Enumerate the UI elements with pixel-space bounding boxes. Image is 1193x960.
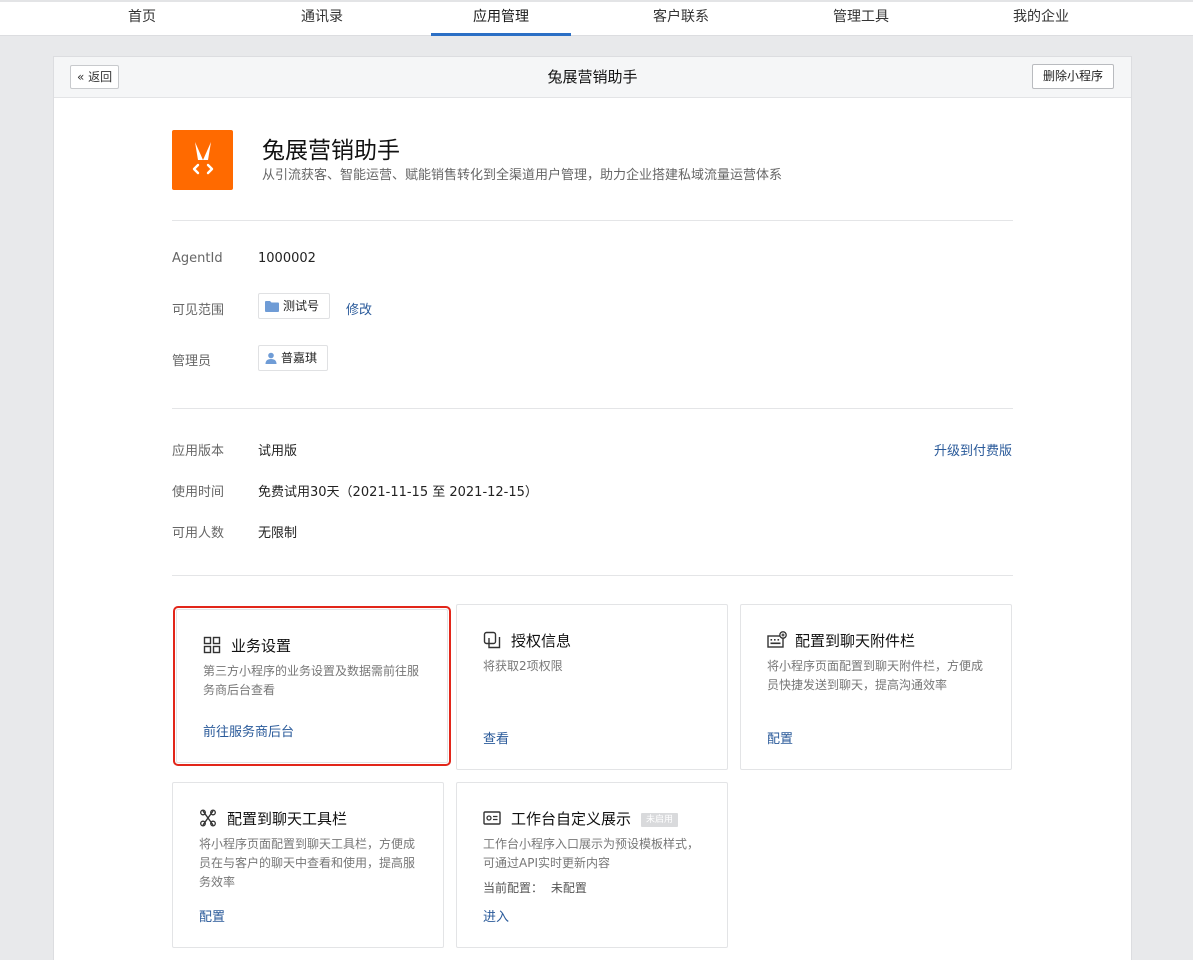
configure-toolbar-link[interactable]: 配置 (199, 906, 225, 925)
double-chevron-left-icon: « (77, 70, 85, 84)
card-chat-attachment-bar[interactable]: 配置到聊天附件栏 将小程序页面配置到聊天附件栏，方便成员快捷发送到聊天，提高沟通… (740, 604, 1012, 770)
card-description: 将获取2项权限 (483, 659, 563, 673)
card-title-text: 工作台自定义展示 (511, 810, 632, 828)
divider (172, 408, 1013, 409)
seats-label: 可用人数 (172, 526, 225, 541)
app-name: 兔展营销助手 (262, 138, 400, 164)
go-to-provider-admin-link[interactable]: 前往服务商后台 (203, 721, 294, 740)
panel-header: 兔展营销助手 « 返回 删除小程序 (54, 57, 1131, 98)
current-config: 当前配置： 未配置 (483, 879, 587, 896)
card-authorization-info[interactable]: 授权信息 将获取2项权限 查看 (456, 604, 728, 770)
tools-icon (200, 809, 216, 827)
divider (172, 575, 1013, 576)
current-config-value: 未配置 (550, 881, 587, 895)
card-description: 工作台小程序入口展示为预设模板样式，可通过API实时更新内容 (483, 837, 700, 870)
app-detail-panel: 兔展营销助手 « 返回 删除小程序 兔展营销助手 从引流获客、智能运营、赋能销售… (53, 56, 1132, 960)
tab-customer-contact[interactable]: 客户联系 (611, 2, 751, 36)
status-badge: 未启用 (641, 812, 679, 827)
card-description: 将小程序页面配置到聊天附件栏，方便成员快捷发送到聊天，提高沟通效率 (767, 659, 984, 692)
user-icon (265, 352, 277, 364)
card-title: 工作台自定义展示 未启用 (511, 808, 679, 829)
agentid-value: 1000002 (258, 251, 316, 266)
delete-miniprogram-button[interactable]: 删除小程序 (1031, 64, 1114, 89)
card-title: 业务设置 (231, 637, 292, 655)
version-label: 应用版本 (172, 444, 225, 459)
card-description: 第三方小程序的业务设置及数据需前往服务商后台查看 (203, 664, 420, 697)
id-card-icon (483, 811, 501, 825)
top-nav: 首页 通讯录 应用管理 客户联系 管理工具 我的企业 (0, 0, 1193, 36)
agentid-label: AgentId (172, 251, 223, 266)
tab-contacts[interactable]: 通讯录 (252, 2, 392, 36)
copy-icon (483, 631, 501, 649)
admin-chip: 普嘉琪 (258, 345, 329, 371)
tab-app-management[interactable]: 应用管理 (431, 2, 571, 36)
configure-attachment-link[interactable]: 配置 (767, 728, 793, 747)
card-title: 配置到聊天附件栏 (795, 632, 916, 650)
card-title: 授权信息 (511, 632, 572, 650)
scope-chip: 测试号 (258, 293, 331, 319)
app-description: 从引流获客、智能运营、赋能销售转化到全渠道用户管理，助力企业搭建私域流量运营体系 (262, 168, 783, 183)
rabbit-logo-icon (192, 142, 213, 175)
period-label: 使用时间 (172, 485, 225, 500)
card-chat-toolbar[interactable]: 配置到聊天工具栏 将小程序页面配置到聊天工具栏，方便成员在与客户的聊天中查看和使… (172, 782, 444, 948)
panel-title: 兔展营销助手 (547, 68, 638, 86)
back-label: 返回 (88, 70, 113, 84)
admin-value: 普嘉琪 (281, 351, 318, 365)
folder-icon (265, 301, 279, 312)
seats-value: 无限制 (258, 526, 298, 541)
keyboard-icon (767, 631, 787, 648)
card-workbench-display[interactable]: 工作台自定义展示 未启用 工作台小程序入口展示为预设模板样式，可通过API实时更新… (456, 782, 728, 948)
period-value: 免费试用30天（2021-11-15 至 2021-12-15） (258, 485, 538, 500)
tab-home[interactable]: 首页 (72, 2, 212, 36)
card-business-settings[interactable]: 业务设置 第三方小程序的业务设置及数据需前往服务商后台查看 前往服务商后台 (173, 606, 451, 766)
card-description: 将小程序页面配置到聊天工具栏，方便成员在与客户的聊天中查看和使用，提高服务效率 (199, 837, 416, 889)
card-title: 配置到聊天工具栏 (227, 810, 348, 828)
app-logo (172, 130, 233, 190)
admin-label: 管理员 (172, 354, 212, 369)
back-button[interactable]: « 返回 (70, 65, 120, 89)
current-config-label: 当前配置： (483, 881, 544, 895)
version-value: 试用版 (258, 444, 298, 459)
upgrade-link[interactable]: 升级到付费版 (934, 440, 1012, 459)
scope-edit-link[interactable]: 修改 (346, 299, 372, 318)
scope-label: 可见范围 (172, 303, 225, 318)
enter-workbench-link[interactable]: 进入 (483, 906, 509, 925)
view-authorization-link[interactable]: 查看 (483, 728, 509, 747)
scope-value: 测试号 (283, 299, 320, 313)
divider (172, 220, 1013, 221)
tab-management-tools[interactable]: 管理工具 (791, 2, 931, 36)
grid-icon (203, 636, 221, 654)
tab-my-enterprise[interactable]: 我的企业 (971, 2, 1111, 36)
